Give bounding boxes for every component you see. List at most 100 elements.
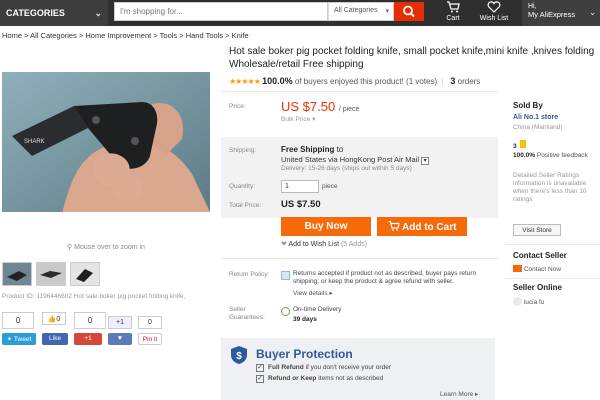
divider bbox=[221, 258, 498, 259]
contact-now-link[interactable]: Contact Now bbox=[513, 265, 561, 274]
medal-icon bbox=[520, 140, 527, 148]
add-to-cart-label: Add to Cart bbox=[401, 222, 457, 233]
wishlist-count: (5 Adds) bbox=[340, 241, 368, 248]
seller-score: 3 bbox=[513, 140, 527, 151]
total-price: US $7.50 bbox=[281, 199, 321, 210]
return-icon bbox=[281, 271, 290, 280]
divider bbox=[506, 278, 600, 279]
view-details-link[interactable]: View details ▸ bbox=[293, 290, 333, 298]
share-count-small: 0 bbox=[138, 316, 162, 329]
seller-score-value: 3 bbox=[513, 143, 517, 150]
thumbnail-1[interactable] bbox=[2, 262, 32, 286]
categories-menu[interactable]: CATEGORIES ⌄ bbox=[0, 0, 108, 26]
buy-now-button[interactable]: Buy Now bbox=[281, 217, 371, 236]
google-plus-one-box[interactable]: +1 bbox=[108, 316, 132, 329]
tweet-button[interactable]: ✦ Tweet bbox=[2, 333, 36, 345]
share-count-box: 0 bbox=[2, 312, 34, 329]
contact-now-label: Contact Now bbox=[523, 266, 562, 273]
shipping-route-select[interactable]: United States via HongKong Post Air Mail… bbox=[281, 155, 430, 165]
cart-icon bbox=[388, 220, 400, 231]
knife-in-hand-photo: SHARK bbox=[2, 44, 210, 238]
ontime-delivery-text: On-time Delivery bbox=[293, 306, 342, 313]
rating-row: ★★★★★ 100.0% of buyers enjoyed this prod… bbox=[229, 76, 480, 86]
search-category-select[interactable]: All Categories ▾ bbox=[328, 2, 394, 21]
return-policy-label: Return Policy: bbox=[229, 271, 270, 278]
product-main-image[interactable]: SHARK bbox=[2, 44, 210, 238]
cart-link[interactable]: Cart bbox=[438, 1, 468, 22]
heart-icon bbox=[487, 1, 501, 13]
learn-more-link[interactable]: Learn More ▸ bbox=[440, 390, 478, 398]
seller-online-contact[interactable]: lucia fu bbox=[513, 297, 544, 307]
product-id: Product ID: 1196446602 Hot sale boker pi… bbox=[2, 293, 186, 300]
bulk-price-link[interactable]: Bulk Price ▾ bbox=[281, 115, 315, 123]
quantity-label: Quantity: bbox=[229, 183, 256, 190]
thumbnail-image bbox=[3, 263, 31, 285]
checkbox-icon: ✓ bbox=[256, 375, 264, 383]
full-refund-rest: if you don't receive your order bbox=[305, 364, 391, 371]
zoom-hint: ⚲ Mouse over to zoom in bbox=[2, 240, 210, 254]
top-nav-bar: CATEGORIES ⌄ I'm shopping for... All Cat… bbox=[0, 0, 600, 26]
delivery-estimate: Delivery: 15-26 days (ships out within 5… bbox=[281, 165, 412, 172]
seller-guarantees-label: Seller Guarantees: bbox=[229, 306, 265, 321]
refund-keep-bold: Refund or Keep bbox=[268, 375, 317, 382]
price-value: US $7.50 / piece bbox=[281, 99, 359, 114]
refund-keep-rest: items not as described bbox=[318, 375, 384, 382]
breadcrumb[interactable]: Home > All Categories > Home Improvement… bbox=[2, 31, 249, 40]
wishlist-link[interactable]: Wish List bbox=[476, 1, 512, 22]
buyer-protection-title: Buyer Protection bbox=[256, 347, 353, 361]
store-name-link[interactable]: Ali No.1 store bbox=[513, 114, 558, 122]
search-category-value: All Categories bbox=[334, 7, 378, 14]
contact-seller-heading: Contact Seller bbox=[513, 251, 567, 260]
share-label: ▼ bbox=[116, 335, 124, 342]
price-unit: / piece bbox=[338, 106, 360, 113]
orders-label: orders bbox=[457, 77, 481, 86]
thumbnail-3[interactable] bbox=[70, 262, 100, 286]
free-shipping-text: Free Shipping bbox=[281, 145, 335, 154]
gplus-label: +1 bbox=[84, 335, 92, 342]
shipping-panel bbox=[221, 137, 498, 218]
facebook-like-button[interactable]: Like bbox=[42, 333, 68, 345]
shipping-to-text: to bbox=[336, 145, 344, 154]
cart-label: Cart bbox=[446, 15, 460, 22]
thumbnail-image bbox=[71, 263, 99, 285]
checkbox-icon: ✓ bbox=[256, 364, 264, 372]
store-location: China (Mainland) bbox=[513, 124, 563, 131]
search-button[interactable] bbox=[394, 2, 424, 21]
refund-keep-line: ✓ Refund or Keep items not as described bbox=[256, 375, 384, 383]
facebook-like-count: 👍0 bbox=[42, 312, 66, 325]
twitter-icon: ✦ bbox=[6, 336, 13, 343]
svg-text:$: $ bbox=[236, 351, 242, 362]
product-title: Hot sale boker pig pocket folding knife,… bbox=[229, 46, 595, 70]
rating-text[interactable]: of buyers enjoyed this product! (1 votes… bbox=[295, 77, 437, 86]
divider bbox=[506, 244, 600, 245]
search-icon bbox=[403, 5, 415, 18]
wishlist-label: Wish List bbox=[479, 15, 509, 22]
visit-store-button[interactable]: Visit Store bbox=[513, 224, 561, 236]
divider bbox=[221, 91, 498, 92]
share-button[interactable]: ▼ bbox=[108, 333, 132, 345]
chevron-down-icon: ▾ bbox=[385, 8, 389, 15]
total-price-label: Total Price: bbox=[229, 202, 262, 209]
thumbnail-image bbox=[37, 263, 65, 285]
chevron-down-icon: ⌄ bbox=[94, 8, 102, 18]
chevron-down-icon: ▾ bbox=[421, 157, 430, 165]
pinterest-button[interactable]: Pin it bbox=[138, 333, 162, 345]
return-policy-text: Returns accepted if product not as descr… bbox=[293, 270, 477, 285]
search-input[interactable]: I'm shopping for... bbox=[114, 2, 328, 21]
categories-label: CATEGORIES bbox=[6, 8, 65, 18]
zoom-icon: ⚲ bbox=[67, 244, 73, 251]
full-refund-bold: Full Refund bbox=[268, 364, 304, 371]
price-amount: US $7.50 bbox=[281, 99, 336, 114]
thumbnail-2[interactable] bbox=[36, 262, 66, 286]
envelope-icon bbox=[513, 265, 522, 272]
account-menu[interactable]: Hi, My AliExpress ⌄ bbox=[522, 0, 600, 26]
price-label: Price: bbox=[229, 103, 246, 110]
shipping-free-line: Free Shipping to bbox=[281, 145, 343, 154]
add-to-cart-button[interactable]: Add to Cart bbox=[377, 217, 467, 236]
online-seller-name: lucia fu bbox=[523, 299, 545, 306]
google-plus-button[interactable]: +1 bbox=[74, 333, 102, 345]
quantity-input[interactable]: 1 bbox=[281, 180, 319, 193]
add-to-wishlist-link[interactable]: ❤ Add to Wish List (5 Adds) bbox=[281, 240, 367, 248]
star-rating-icon: ★★★★★ bbox=[229, 77, 261, 86]
shipping-label: Shipping: bbox=[229, 147, 257, 154]
